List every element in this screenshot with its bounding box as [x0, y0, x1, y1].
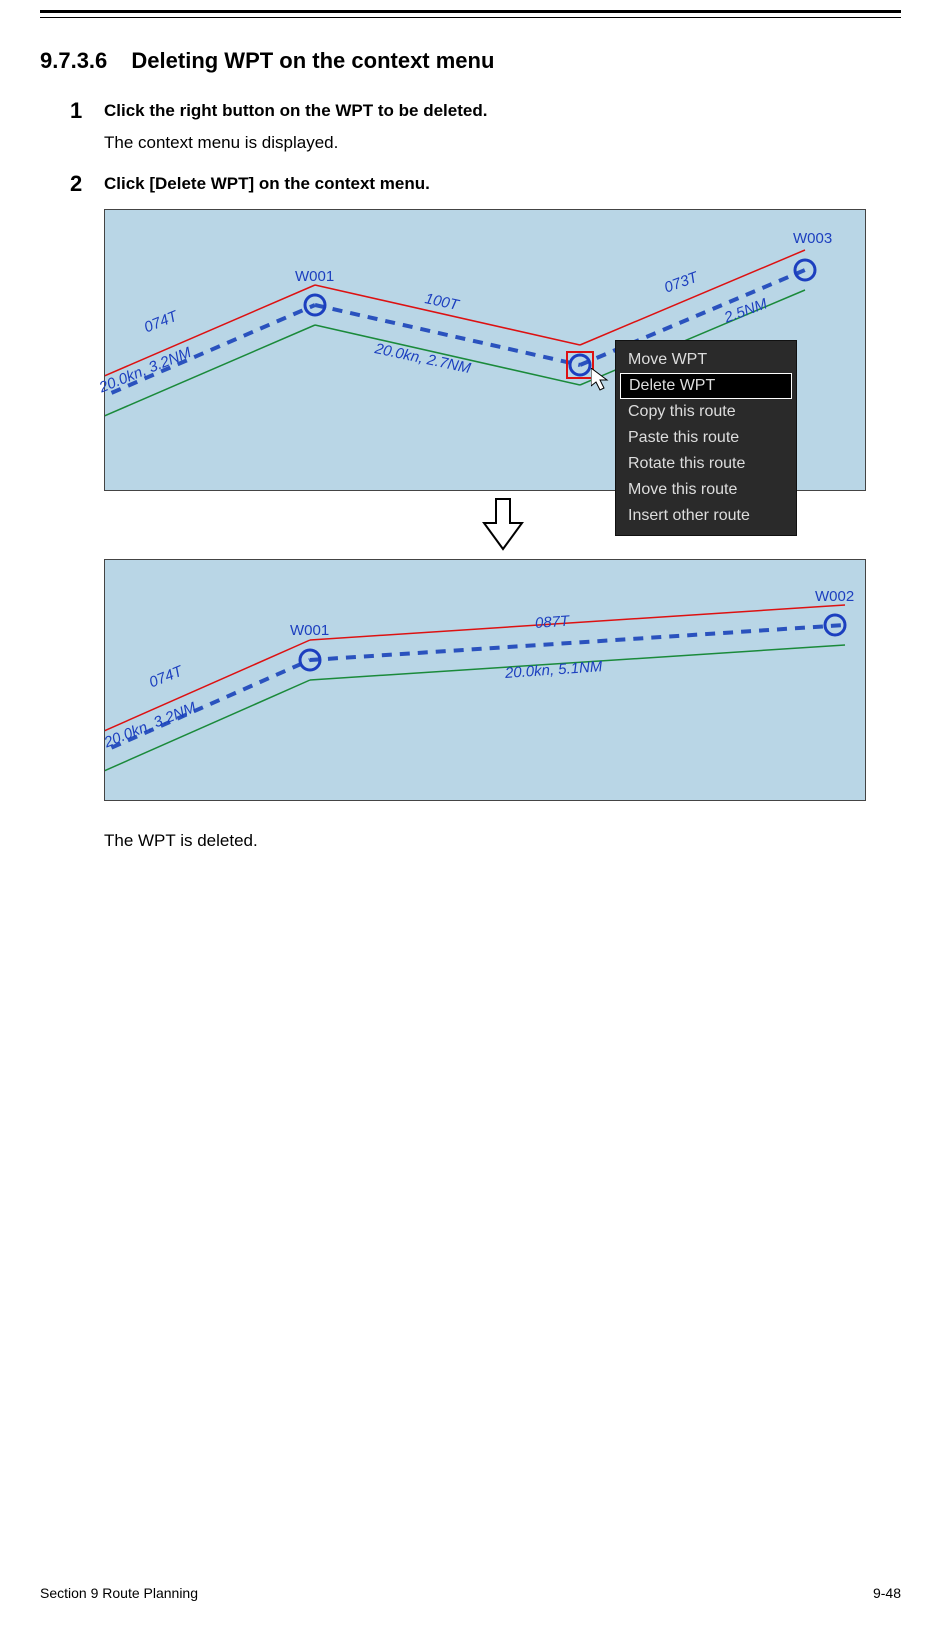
step-1-note: The context menu is displayed. — [104, 130, 487, 156]
result-text: The WPT is deleted. — [104, 831, 901, 851]
step-1-title: Click the right button on the WPT to be … — [104, 98, 487, 124]
page-footer: Section 9 Route Planning 9-48 — [40, 1585, 901, 1601]
ctx-item-move-wpt[interactable]: Move WPT — [616, 347, 796, 373]
ctx-item-copy-route[interactable]: Copy this route — [616, 399, 796, 425]
section-number: 9.7.3.6 — [40, 48, 107, 73]
ctx-item-move-route[interactable]: Move this route — [616, 477, 796, 503]
footer-section: Section 9 Route Planning — [40, 1585, 733, 1601]
step-2: 2 Click [Delete WPT] on the context menu… — [70, 171, 901, 197]
ctx-item-delete-wpt[interactable]: Delete WPT — [620, 373, 792, 399]
step-number: 1 — [70, 98, 104, 155]
down-arrow-icon — [480, 497, 526, 553]
section-title: Deleting WPT on the context menu — [131, 48, 494, 73]
figure-before-delete: W001 W003 074T 20.0kn, 3.2NM 100T 20.0kn… — [104, 209, 866, 491]
waypoint-label-w003: W003 — [793, 230, 832, 247]
context-menu: Move WPT Delete WPT Copy this route Past… — [615, 340, 797, 536]
cursor-icon — [591, 368, 611, 392]
waypoint-label-w001: W001 — [290, 622, 329, 639]
step-2-title: Click [Delete WPT] on the context menu. — [104, 171, 430, 197]
top-rule — [40, 10, 901, 18]
step-number: 2 — [70, 171, 104, 197]
footer-page: 9-48 — [873, 1585, 901, 1601]
figure-after-delete: W001 W002 074T 20.0kn, 3.2NM 087T 20.0kn… — [104, 559, 866, 801]
ctx-item-rotate-route[interactable]: Rotate this route — [616, 451, 796, 477]
leg-course-1: 087T — [534, 613, 569, 632]
ctx-item-paste-route[interactable]: Paste this route — [616, 425, 796, 451]
waypoint-label-w001: W001 — [295, 268, 334, 285]
ctx-item-insert-route[interactable]: Insert other route — [616, 503, 796, 529]
section-heading: 9.7.3.6 Deleting WPT on the context menu — [40, 48, 901, 74]
route-lines — [105, 560, 865, 800]
waypoint-label-w002: W002 — [815, 588, 854, 605]
step-1: 1 Click the right button on the WPT to b… — [70, 98, 901, 155]
